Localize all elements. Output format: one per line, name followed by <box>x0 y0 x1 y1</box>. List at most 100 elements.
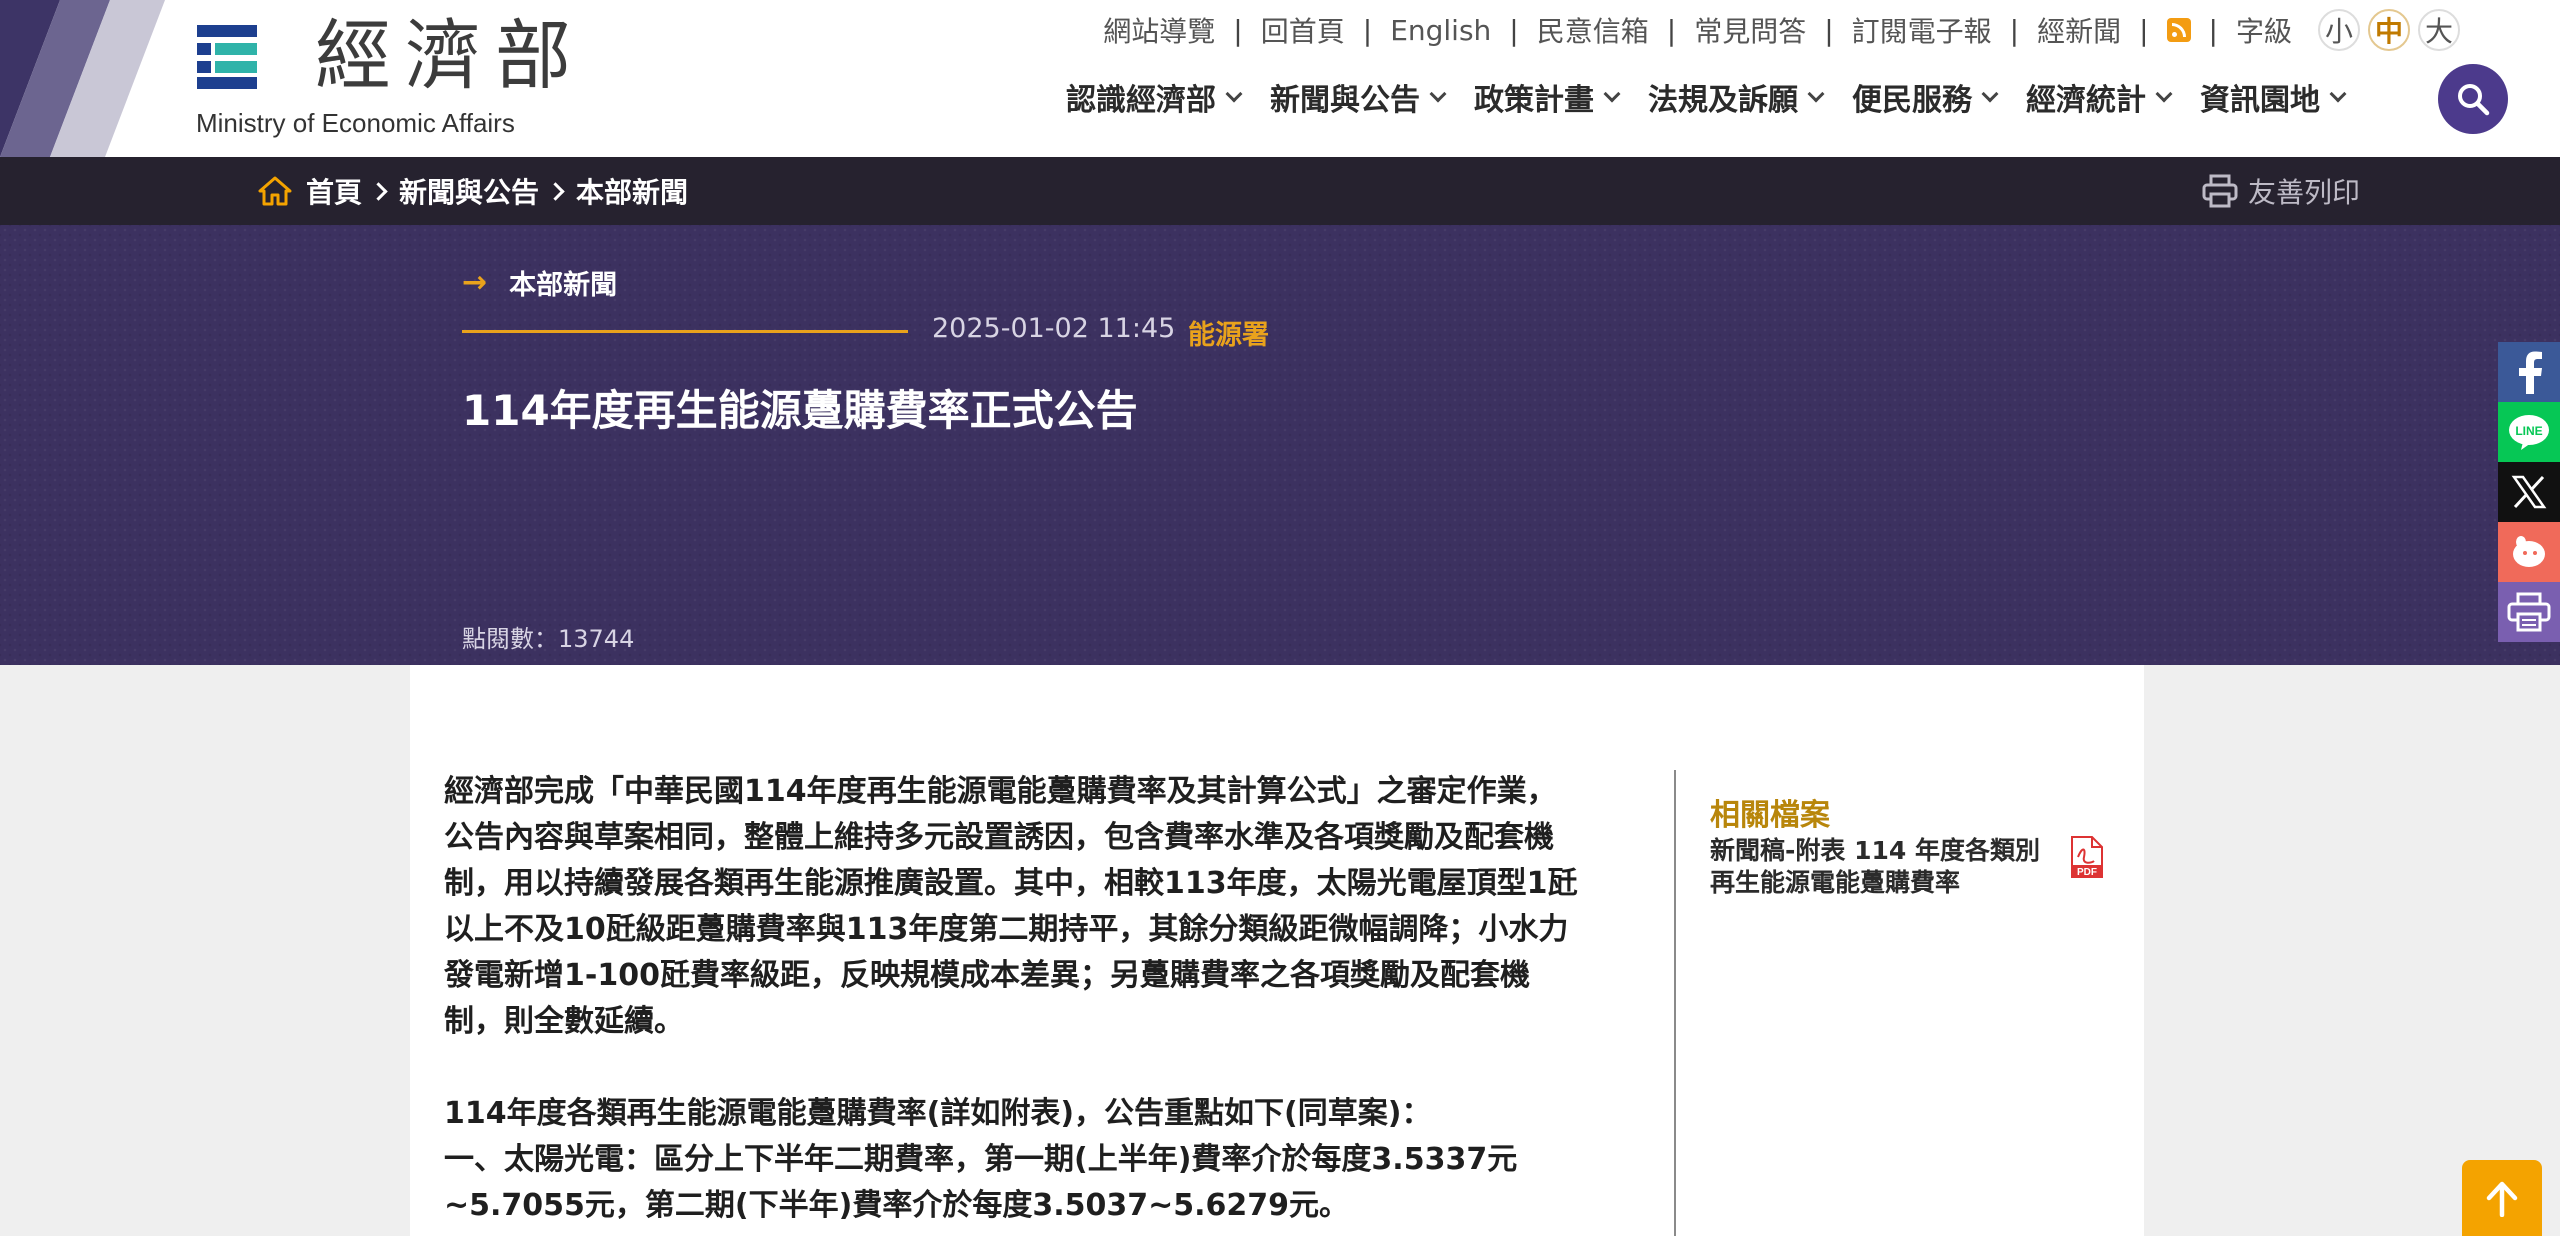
printer-icon <box>2202 174 2238 208</box>
nav-item-label: 政策計畫 <box>1474 83 1594 118</box>
pdf-label: PDF <box>2077 867 2097 878</box>
util-link-mailbox[interactable]: 民意信箱 <box>1537 10 1649 50</box>
print-share-button[interactable] <box>2498 582 2560 642</box>
body-line: 制，用以持續發展各類再生能源推廣設置。其中，相較113年度，太陽光電屋頂型1瓩 <box>444 866 1578 901</box>
util-link-newsletter[interactable]: 訂閱電子報 <box>1852 10 1992 50</box>
arrow-right-icon: → <box>462 265 488 300</box>
search-button[interactable] <box>2438 64 2508 134</box>
util-separator: | <box>1362 13 1373 47</box>
chevron-down-icon <box>1225 85 1243 103</box>
chevron-right-icon <box>546 181 565 201</box>
chevron-down-icon <box>1603 85 1621 103</box>
facebook-icon <box>2519 351 2542 394</box>
nav-item-services[interactable]: 便民服務 <box>1852 75 1999 119</box>
util-link-sitemap[interactable]: 網站導覽 <box>1103 10 1215 50</box>
util-link-econews[interactable]: 經新聞 <box>2037 10 2121 50</box>
nav-item-resources[interactable]: 資訊園地 <box>2200 75 2347 119</box>
chevron-down-icon <box>1429 85 1447 103</box>
nav-item-label: 法規及訴願 <box>1648 83 1798 118</box>
article-hero: → 本部新聞 2025-01-02 11:45 能源署 114年度再生能源躉購費… <box>0 225 2560 665</box>
plurk-share-button[interactable] <box>2498 522 2560 582</box>
font-size-large-button[interactable]: 大 <box>2418 9 2460 51</box>
nav-item-about[interactable]: 認識經濟部 <box>1066 75 1243 119</box>
chevron-down-icon <box>2329 85 2347 103</box>
util-link-english[interactable]: English <box>1390 14 1491 47</box>
nav-item-statistics[interactable]: 經濟統計 <box>2026 75 2173 119</box>
nav-item-label: 便民服務 <box>1852 83 1972 118</box>
util-separator: | <box>2139 13 2149 47</box>
body-line: 公告內容與草案相同，整體上維持多元設置誘因，包含費率水準及各項獎勵及配套機 <box>444 820 1554 855</box>
nav-item-label: 資訊園地 <box>2200 83 2320 118</box>
body-line: 一、太陽光電：區分上下半年二期費率，第一期(上半年)費率介於每度3.5337元 <box>444 1142 1518 1177</box>
line-icon: LINE <box>2509 415 2549 450</box>
page-title: 114年度再生能源躉購費率正式公告 <box>462 386 1138 435</box>
util-separator: | <box>1509 13 1519 47</box>
search-icon <box>2458 84 2490 116</box>
related-file-name-line1: 新聞稿-附表 114 年度各類別 <box>1710 836 2040 865</box>
breadcrumb: 首頁 新聞與公告 本部新聞 <box>258 157 688 225</box>
body-line: 114年度各類再生能源電能躉購費率(詳如附表)，公告重點如下(同草案)： <box>444 1096 1432 1131</box>
view-count: 點閱數：13744 <box>462 625 635 653</box>
body-line: ~5.7055元，第二期(下半年)費率介於每度3.5037~5.6279元。 <box>444 1188 1349 1223</box>
related-file-link[interactable]: 新聞稿-附表 114 年度各類別 再生能源電能躉購費率 <box>1710 835 2070 899</box>
back-to-top-button[interactable] <box>2462 1160 2542 1236</box>
print-friendly-button[interactable]: 友善列印 <box>2202 157 2360 225</box>
breadcrumb-news[interactable]: 新聞與公告 <box>399 171 539 211</box>
util-separator: | <box>2208 13 2218 47</box>
article-card: 經濟部完成「中華民國114年度再生能源電能躉購費率及其計算公式」之審定作業， 公… <box>410 665 2144 1236</box>
post-agency: 能源署 <box>1188 320 1269 351</box>
util-link-home[interactable]: 回首頁 <box>1261 10 1345 50</box>
chevron-down-icon <box>2155 85 2173 103</box>
nav-item-label: 認識經濟部 <box>1066 83 1216 118</box>
breadcrumb-current[interactable]: 本部新聞 <box>576 171 688 211</box>
body-line: 以上不及10瓩級距躉購費率與113年度第二期持平，其餘分類級距微幅調降；小水力 <box>444 912 1569 947</box>
related-file-name-line2: 再生能源電能躉購費率 <box>1710 868 1961 897</box>
nav-item-regulations[interactable]: 法規及訴願 <box>1648 75 1825 119</box>
body-line: 經濟部完成「中華民國114年度再生能源電能躉購費率及其計算公式」之審定作業， <box>444 774 1557 809</box>
x-share-button[interactable] <box>2498 462 2560 522</box>
nav-item-label: 新聞與公告 <box>1270 83 1420 118</box>
post-date: 2025-01-02 11:45 <box>932 313 1176 344</box>
font-size-medium-button[interactable]: 中 <box>2368 9 2410 51</box>
util-separator: | <box>1666 13 1677 47</box>
utility-nav: 網站導覽 | 回首頁 | English | 民意信箱 | 常見問答 | 訂閱電… <box>1103 8 2460 52</box>
plurk-icon <box>2513 536 2545 567</box>
chevron-down-icon <box>1981 85 1999 103</box>
body-line: 發電新增1-100瓩費率級距，反映規模成本差異；另躉購費率之各項獎勵及配套機 <box>444 958 1530 993</box>
svg-text:LINE: LINE <box>2515 424 2542 438</box>
pdf-file-icon[interactable]: PDF <box>2068 835 2104 879</box>
nav-item-news[interactable]: 新聞與公告 <box>1270 75 1447 119</box>
facebook-share-button[interactable] <box>2498 342 2560 402</box>
logo-english-name: Ministry of Economic Affairs <box>196 108 515 138</box>
title-divider <box>462 330 908 333</box>
main-nav: 認識經濟部 新聞與公告 政策計畫 法規及訴願 便民服務 經濟統計 資訊園地 <box>1066 74 2374 120</box>
rss-icon[interactable] <box>2166 18 2191 42</box>
font-size-small-button[interactable]: 小 <box>2318 9 2360 51</box>
util-link-faq[interactable]: 常見問答 <box>1694 10 1806 50</box>
nav-item-policy[interactable]: 政策計畫 <box>1474 75 1621 119</box>
x-icon <box>2511 475 2547 509</box>
body-line: 制，則全數延續。 <box>444 1004 684 1039</box>
arrow-up-icon <box>2486 1181 2518 1217</box>
util-separator: | <box>2009 13 2020 47</box>
chevron-right-icon <box>369 181 388 201</box>
section-name: 本部新聞 <box>509 270 618 301</box>
chevron-down-icon <box>1807 85 1825 103</box>
site-header: 經濟部 Ministry of Economic Affairs 網站導覽 | … <box>0 0 2560 157</box>
article-body: 經濟部完成「中華民國114年度再生能源電能躉購費率及其計算公式」之審定作業， 公… <box>444 769 1644 1229</box>
line-share-button[interactable]: LINE <box>2498 402 2560 462</box>
util-separator: | <box>1233 13 1243 47</box>
home-icon[interactable] <box>258 176 292 206</box>
printer-icon <box>2507 592 2551 632</box>
print-friendly-label: 友善列印 <box>2247 176 2360 209</box>
header-decor-stripes <box>0 0 165 157</box>
nav-item-label: 經濟統計 <box>2026 83 2146 118</box>
util-separator: | <box>1824 13 1834 47</box>
section-label: → 本部新聞 <box>462 263 617 302</box>
related-files-title: 相關檔案 <box>1710 798 1830 833</box>
content-divider <box>1674 770 1676 1236</box>
breadcrumb-home[interactable]: 首頁 <box>306 171 362 211</box>
logo-chinese-name: 經濟部 <box>315 11 585 100</box>
ministry-logo-icon <box>197 25 257 89</box>
